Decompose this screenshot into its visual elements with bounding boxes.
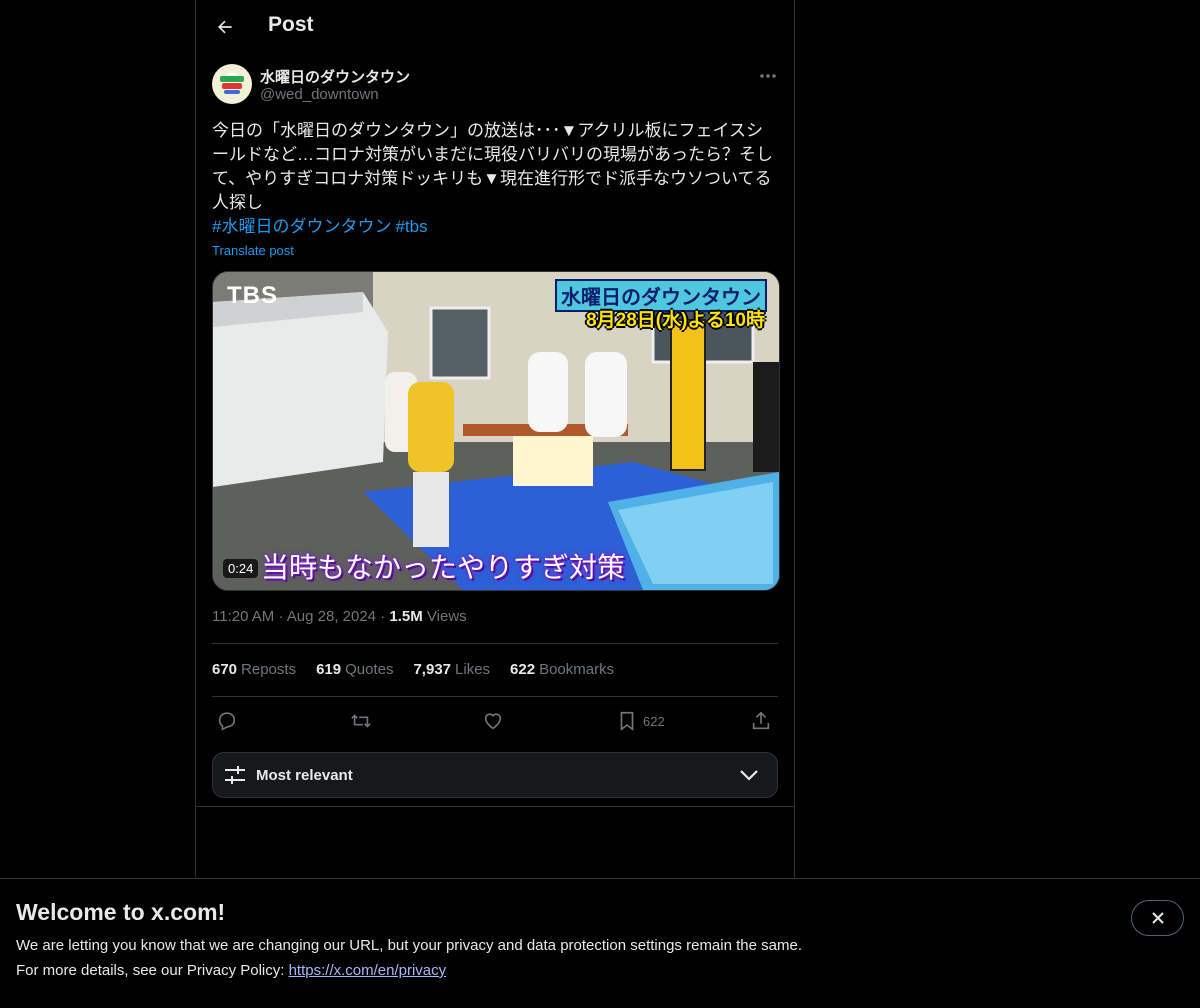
more-button[interactable] bbox=[754, 68, 782, 84]
banner-title: Welcome to x.com! bbox=[16, 899, 226, 925]
banner-policy-line: For more details, see our Privacy Policy… bbox=[16, 962, 447, 979]
hashtags: #水曜日のダウンタウン #tbs bbox=[212, 215, 432, 239]
views-count: 1.5M bbox=[389, 608, 423, 625]
reposts-stat[interactable]: 670 Reposts bbox=[212, 661, 296, 678]
quotes-stat[interactable]: 619 Quotes bbox=[316, 661, 393, 678]
hashtag-link[interactable]: #水曜日のダウンタウン bbox=[212, 217, 391, 236]
post-text: 今日の「水曜日のダウンタウン」の放送は･･･▼アクリル板にフェイスシールドなど…… bbox=[212, 121, 773, 212]
show-date-overlay: 8月28日(水)よる10時 bbox=[586, 310, 765, 331]
video-caption: 当時もなかったやりすぎ対策 bbox=[261, 551, 626, 584]
post-stats: 670 Reposts 619 Quotes 7,937 Likes 622 Bookm… bbox=[212, 661, 614, 678]
like-icon bbox=[484, 713, 502, 730]
divider bbox=[196, 806, 794, 807]
banner-close-button[interactable] bbox=[1131, 900, 1184, 936]
post-date[interactable]: Aug 28, 2024 bbox=[287, 608, 376, 625]
divider bbox=[212, 696, 778, 697]
bookmark-icon bbox=[620, 711, 634, 731]
author-display-name[interactable]: 水曜日のダウンタウン bbox=[260, 66, 410, 87]
banner-text: We are letting you know that we are chan… bbox=[16, 937, 802, 954]
share-icon bbox=[752, 711, 770, 730]
author-handle[interactable]: @wed_downtown bbox=[260, 86, 379, 103]
back-arrow-icon bbox=[218, 20, 232, 34]
close-icon bbox=[1151, 912, 1164, 924]
chevron-down-icon bbox=[740, 770, 758, 781]
post-time[interactable]: 11:20 AM bbox=[212, 608, 274, 625]
views-label: Views bbox=[426, 608, 467, 625]
welcome-banner: Welcome to x.com! We are letting you kno… bbox=[0, 878, 1200, 1008]
divider bbox=[212, 643, 778, 644]
video-player[interactable]: TBS 水曜日のダウンタウン 8月28日(水)よる10時 当時もなかったやりすぎ… bbox=[212, 271, 780, 591]
bookmark-button[interactable]: 622 bbox=[617, 706, 665, 736]
bookmarks-stat[interactable]: 622 Bookmarks bbox=[510, 661, 614, 678]
more-icon bbox=[760, 74, 776, 78]
reply-icon bbox=[218, 712, 236, 731]
repost-button[interactable] bbox=[349, 706, 373, 736]
bookmark-count: 622 bbox=[643, 713, 665, 729]
main-column: Post 水曜日のダウンタウン @wed_downtown 今日の「水曜日のダウ… bbox=[195, 0, 795, 1007]
repost-icon bbox=[351, 714, 371, 728]
likes-stat[interactable]: 7,937 Likes bbox=[413, 661, 490, 678]
page-title: Post bbox=[268, 13, 314, 36]
avatar[interactable] bbox=[212, 64, 252, 104]
tbs-logo: TBS bbox=[227, 282, 278, 309]
reply-sort-dropdown[interactable]: Most relevant bbox=[212, 752, 778, 798]
action-bar: 622 bbox=[212, 706, 778, 736]
sort-label: Most relevant bbox=[256, 767, 353, 784]
translate-post-link[interactable]: Translate post bbox=[212, 243, 294, 258]
privacy-policy-link[interactable]: https://x.com/en/privacy bbox=[289, 962, 447, 979]
post-meta: 11:20 AM · Aug 28, 2024 · 1.5M Views bbox=[212, 608, 467, 625]
back-button[interactable] bbox=[212, 14, 238, 40]
hashtag-link[interactable]: #tbs bbox=[395, 217, 427, 236]
page-header: Post bbox=[196, 0, 794, 53]
reply-button[interactable] bbox=[216, 706, 238, 736]
share-button[interactable] bbox=[750, 706, 772, 736]
sliders-icon bbox=[225, 766, 245, 784]
video-duration: 0:24 bbox=[223, 559, 259, 578]
like-button[interactable] bbox=[482, 706, 504, 736]
